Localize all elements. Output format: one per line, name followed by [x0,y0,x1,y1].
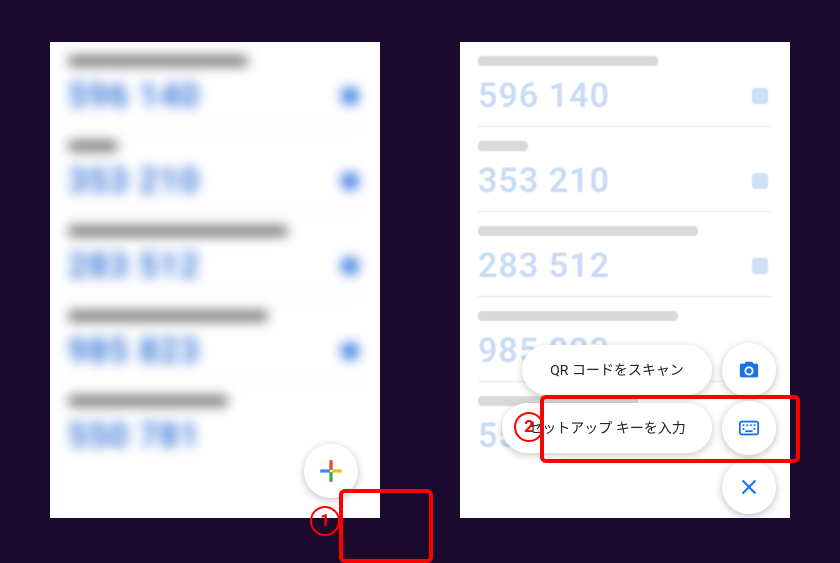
otp-code: 353 210 [68,161,362,201]
otp-code: 283 512 [68,246,362,286]
authenticator-screen-add: 596 140 353 210 283 512 985 823 550 781 [50,42,380,518]
code-row: 596 140 [68,42,362,127]
scan-qr-button[interactable] [722,343,776,397]
account-label [478,56,658,66]
copy-icon [342,88,358,104]
plus-multicolor-icon [318,458,344,484]
account-label [478,311,678,321]
account-label [68,141,118,151]
code-row: 283 512 [68,212,362,297]
copy-icon [752,88,768,104]
copy-icon [752,173,768,189]
scan-qr-label: QR コードをスキャン [550,360,684,380]
code-row: 596 140 [478,42,772,127]
copy-icon [342,258,358,274]
close-menu-button[interactable] [722,460,776,514]
camera-icon [738,359,760,381]
copy-icon [342,343,358,359]
otp-code: 596 140 [68,76,362,116]
account-label [68,311,268,321]
code-list: 596 140 353 210 283 512 985 823 550 781 [50,42,380,466]
code-row: 283 512 [478,212,772,297]
copy-icon [342,173,358,189]
otp-code: 985 823 [68,331,362,371]
annotation-1: 1 [310,506,340,536]
account-label [478,141,528,151]
annotation-2: 2 [514,412,544,442]
account-label [68,56,248,66]
otp-code: 353 210 [478,161,772,201]
close-icon [739,477,759,497]
code-row: 985 823 [68,297,362,382]
scan-qr-chip[interactable]: QR コードをスキャン [522,345,712,395]
code-row: 353 210 [68,127,362,212]
callout-box-1 [339,489,433,563]
otp-code: 596 140 [478,76,772,116]
code-row: 353 210 [478,127,772,212]
account-label [68,396,228,406]
account-label [68,226,288,236]
otp-code: 283 512 [478,246,772,286]
account-label [478,226,698,236]
callout-box-2 [540,395,800,463]
copy-icon [752,258,768,274]
